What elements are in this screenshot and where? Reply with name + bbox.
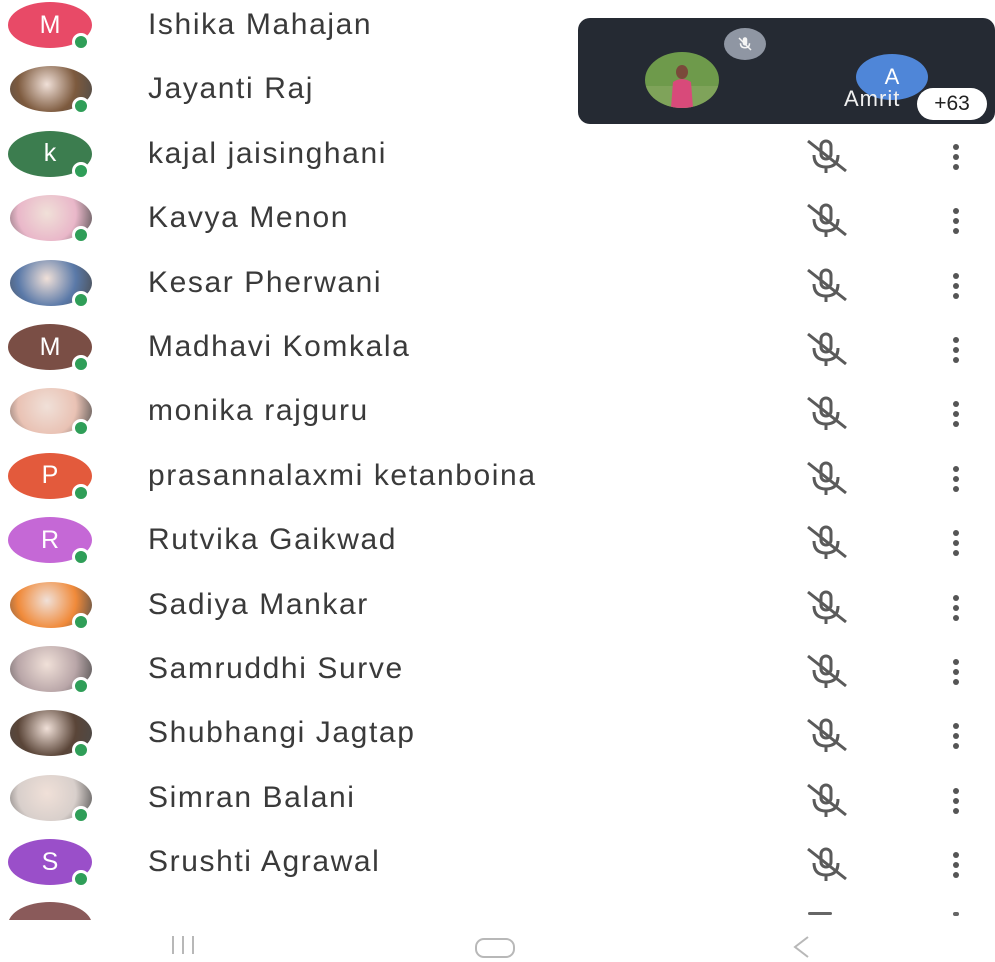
online-status-dot xyxy=(72,677,90,695)
more-options-icon[interactable] xyxy=(944,847,968,883)
participant-row[interactable]: Pprasannalaxmi ketanboina xyxy=(0,449,995,513)
online-status-dot xyxy=(72,290,90,309)
participant-name: monika rajguru xyxy=(148,394,369,428)
more-options-icon[interactable] xyxy=(944,461,968,497)
participant-row[interactable]: Kavya Menon xyxy=(0,191,995,255)
online-status-dot xyxy=(72,870,90,889)
participant-name: Ishika Mahajan xyxy=(148,8,373,41)
more-options-icon[interactable] xyxy=(944,590,968,626)
more-options-icon[interactable] xyxy=(944,396,968,432)
online-status-dot xyxy=(72,548,90,567)
participant-row[interactable]: M Madhavi Komkala xyxy=(0,320,995,384)
mic-off-icon xyxy=(807,203,847,238)
participant-name: Srushti Agrawal xyxy=(148,845,381,879)
more-options-icon[interactable] xyxy=(944,203,968,239)
more-options-icon[interactable] xyxy=(944,268,968,304)
overlay-mic-off-icon xyxy=(724,28,766,60)
participant-name: Kesar Pherwani xyxy=(148,265,383,299)
back-icon[interactable] xyxy=(790,934,812,960)
participant-row[interactable]: Shubhangi Jagtap xyxy=(0,706,995,770)
system-navigation-bar xyxy=(0,920,995,962)
participant-name: Simran Balani xyxy=(148,780,356,814)
online-status-dot xyxy=(72,355,90,373)
mic-off-icon xyxy=(807,332,847,366)
more-options-icon[interactable] xyxy=(944,139,968,175)
overlay-participant-photo xyxy=(645,52,719,108)
participant-row[interactable]: S Srushti Agrawal xyxy=(0,835,995,899)
overlay-extra-count-badge: +63 xyxy=(917,88,987,120)
mic-off-icon xyxy=(807,783,847,817)
participant-row[interactable]: R Rutvika Gaikwad xyxy=(0,513,995,577)
participant-row[interactable]: monika rajguru xyxy=(0,384,995,448)
online-status-dot xyxy=(72,419,90,438)
mic-off-icon xyxy=(807,654,847,688)
participant-row[interactable]: Simran Balani xyxy=(0,771,995,835)
participant-row[interactable]: Kesar Pherwani xyxy=(0,256,995,320)
mic-off-icon xyxy=(807,847,847,882)
mic-off-icon xyxy=(807,461,847,495)
participant-name: prasannalaxmi ketanboina xyxy=(148,458,537,492)
more-options-icon[interactable] xyxy=(944,783,968,819)
participant-row[interactable]: Sadiya Mankar xyxy=(0,578,995,642)
participant-name: Madhavi Komkala xyxy=(148,330,411,363)
participant-row[interactable]: k kajal jaisinghani xyxy=(0,127,995,191)
participant-name: Rutvika Gaikwad xyxy=(148,523,398,557)
mic-off-icon xyxy=(807,139,847,173)
online-status-dot xyxy=(72,97,90,116)
mic-off-icon xyxy=(807,268,847,302)
recents-icon[interactable] xyxy=(172,936,206,958)
participants-list: M Ishika Mahajan Jayanti Raj k kajal jaising… xyxy=(0,0,995,920)
more-options-icon[interactable] xyxy=(944,525,968,561)
participant-row[interactable]: Samruddhi Surve xyxy=(0,642,995,706)
participant-name: Shubhangi Jagtap xyxy=(148,716,416,750)
home-icon[interactable] xyxy=(475,938,515,958)
mic-off-icon xyxy=(807,718,847,753)
participant-name: Jayanti Raj xyxy=(148,72,315,106)
floating-call-preview[interactable]: A Amrit +63 xyxy=(578,18,995,124)
online-status-dot xyxy=(72,805,90,824)
online-status-dot xyxy=(72,161,90,180)
overlay-participant-name: Amrit xyxy=(844,86,901,111)
more-options-icon[interactable] xyxy=(944,332,968,368)
online-status-dot xyxy=(72,483,90,502)
mic-off-icon xyxy=(807,525,847,560)
online-status-dot xyxy=(72,741,90,760)
online-status-dot xyxy=(72,33,90,51)
more-options-icon[interactable] xyxy=(944,718,968,754)
participant-name: Sadiya Mankar xyxy=(148,587,369,621)
mic-off-icon xyxy=(807,396,847,431)
more-options-icon[interactable] xyxy=(944,654,968,690)
partial-next-row xyxy=(0,896,995,920)
mic-off-icon xyxy=(807,590,847,624)
online-status-dot xyxy=(72,612,90,631)
participant-name: kajal jaisinghani xyxy=(148,136,388,170)
participant-name: Kavya Menon xyxy=(148,201,350,235)
participant-name: Samruddhi Surve xyxy=(148,652,404,685)
online-status-dot xyxy=(72,226,90,245)
